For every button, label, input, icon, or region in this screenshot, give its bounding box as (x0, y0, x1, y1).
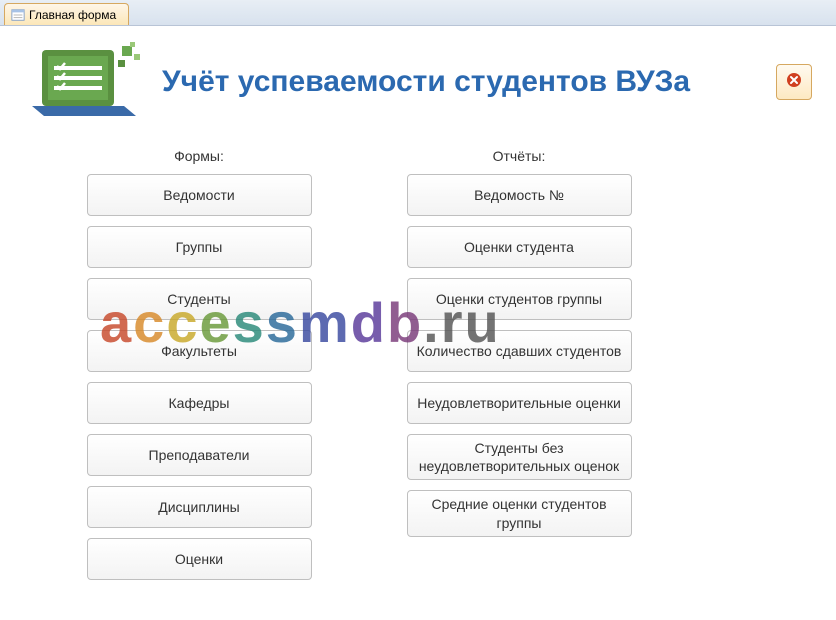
content-area: Учёт успеваемости студентов ВУЗа Формы: … (0, 26, 836, 620)
form-btn-prepodavateli[interactable]: Преподаватели (87, 434, 312, 476)
columns: Формы: Ведомости Группы Студенты Факульт… (24, 148, 812, 590)
report-btn-neudovletvoritelnye[interactable]: Неудовлетворительные оценки (407, 382, 632, 424)
page-title: Учёт успеваемости студентов ВУЗа (162, 65, 738, 99)
main-form-window: Главная форма (0, 0, 836, 620)
report-btn-srednie-ocenki[interactable]: Средние оценки студентов группы (407, 490, 632, 536)
form-btn-fakultety[interactable]: Факультеты (87, 330, 312, 372)
close-icon (786, 72, 802, 93)
report-btn-studenty-bez-neud[interactable]: Студенты без неудовлетворительных оценок (407, 434, 632, 480)
report-btn-ocenki-gruppy[interactable]: Оценки студентов группы (407, 278, 632, 320)
form-btn-discipliny[interactable]: Дисциплины (87, 486, 312, 528)
report-btn-ocenki-studenta[interactable]: Оценки студента (407, 226, 632, 268)
forms-column: Формы: Ведомости Группы Студенты Факульт… (84, 148, 314, 590)
close-button[interactable] (776, 64, 812, 100)
report-btn-kolichestvo-sdavshih[interactable]: Количество сдавших студентов (407, 330, 632, 372)
tab-bar: Главная форма (0, 0, 836, 26)
tab-label: Главная форма (29, 8, 116, 22)
form-btn-vedomosti[interactable]: Ведомости (87, 174, 312, 216)
form-btn-ocenki[interactable]: Оценки (87, 538, 312, 580)
form-btn-kafedry[interactable]: Кафедры (87, 382, 312, 424)
header-row: Учёт успеваемости студентов ВУЗа (24, 38, 812, 126)
form-icon (11, 8, 25, 22)
report-btn-vedomost-no[interactable]: Ведомость № (407, 174, 632, 216)
form-btn-studenty[interactable]: Студенты (87, 278, 312, 320)
form-btn-gruppy[interactable]: Группы (87, 226, 312, 268)
reports-heading: Отчёты: (493, 148, 546, 164)
logo-image (24, 38, 144, 126)
tab-main-form[interactable]: Главная форма (4, 3, 129, 25)
forms-heading: Формы: (174, 148, 224, 164)
reports-column: Отчёты: Ведомость № Оценки студента Оцен… (404, 148, 634, 590)
